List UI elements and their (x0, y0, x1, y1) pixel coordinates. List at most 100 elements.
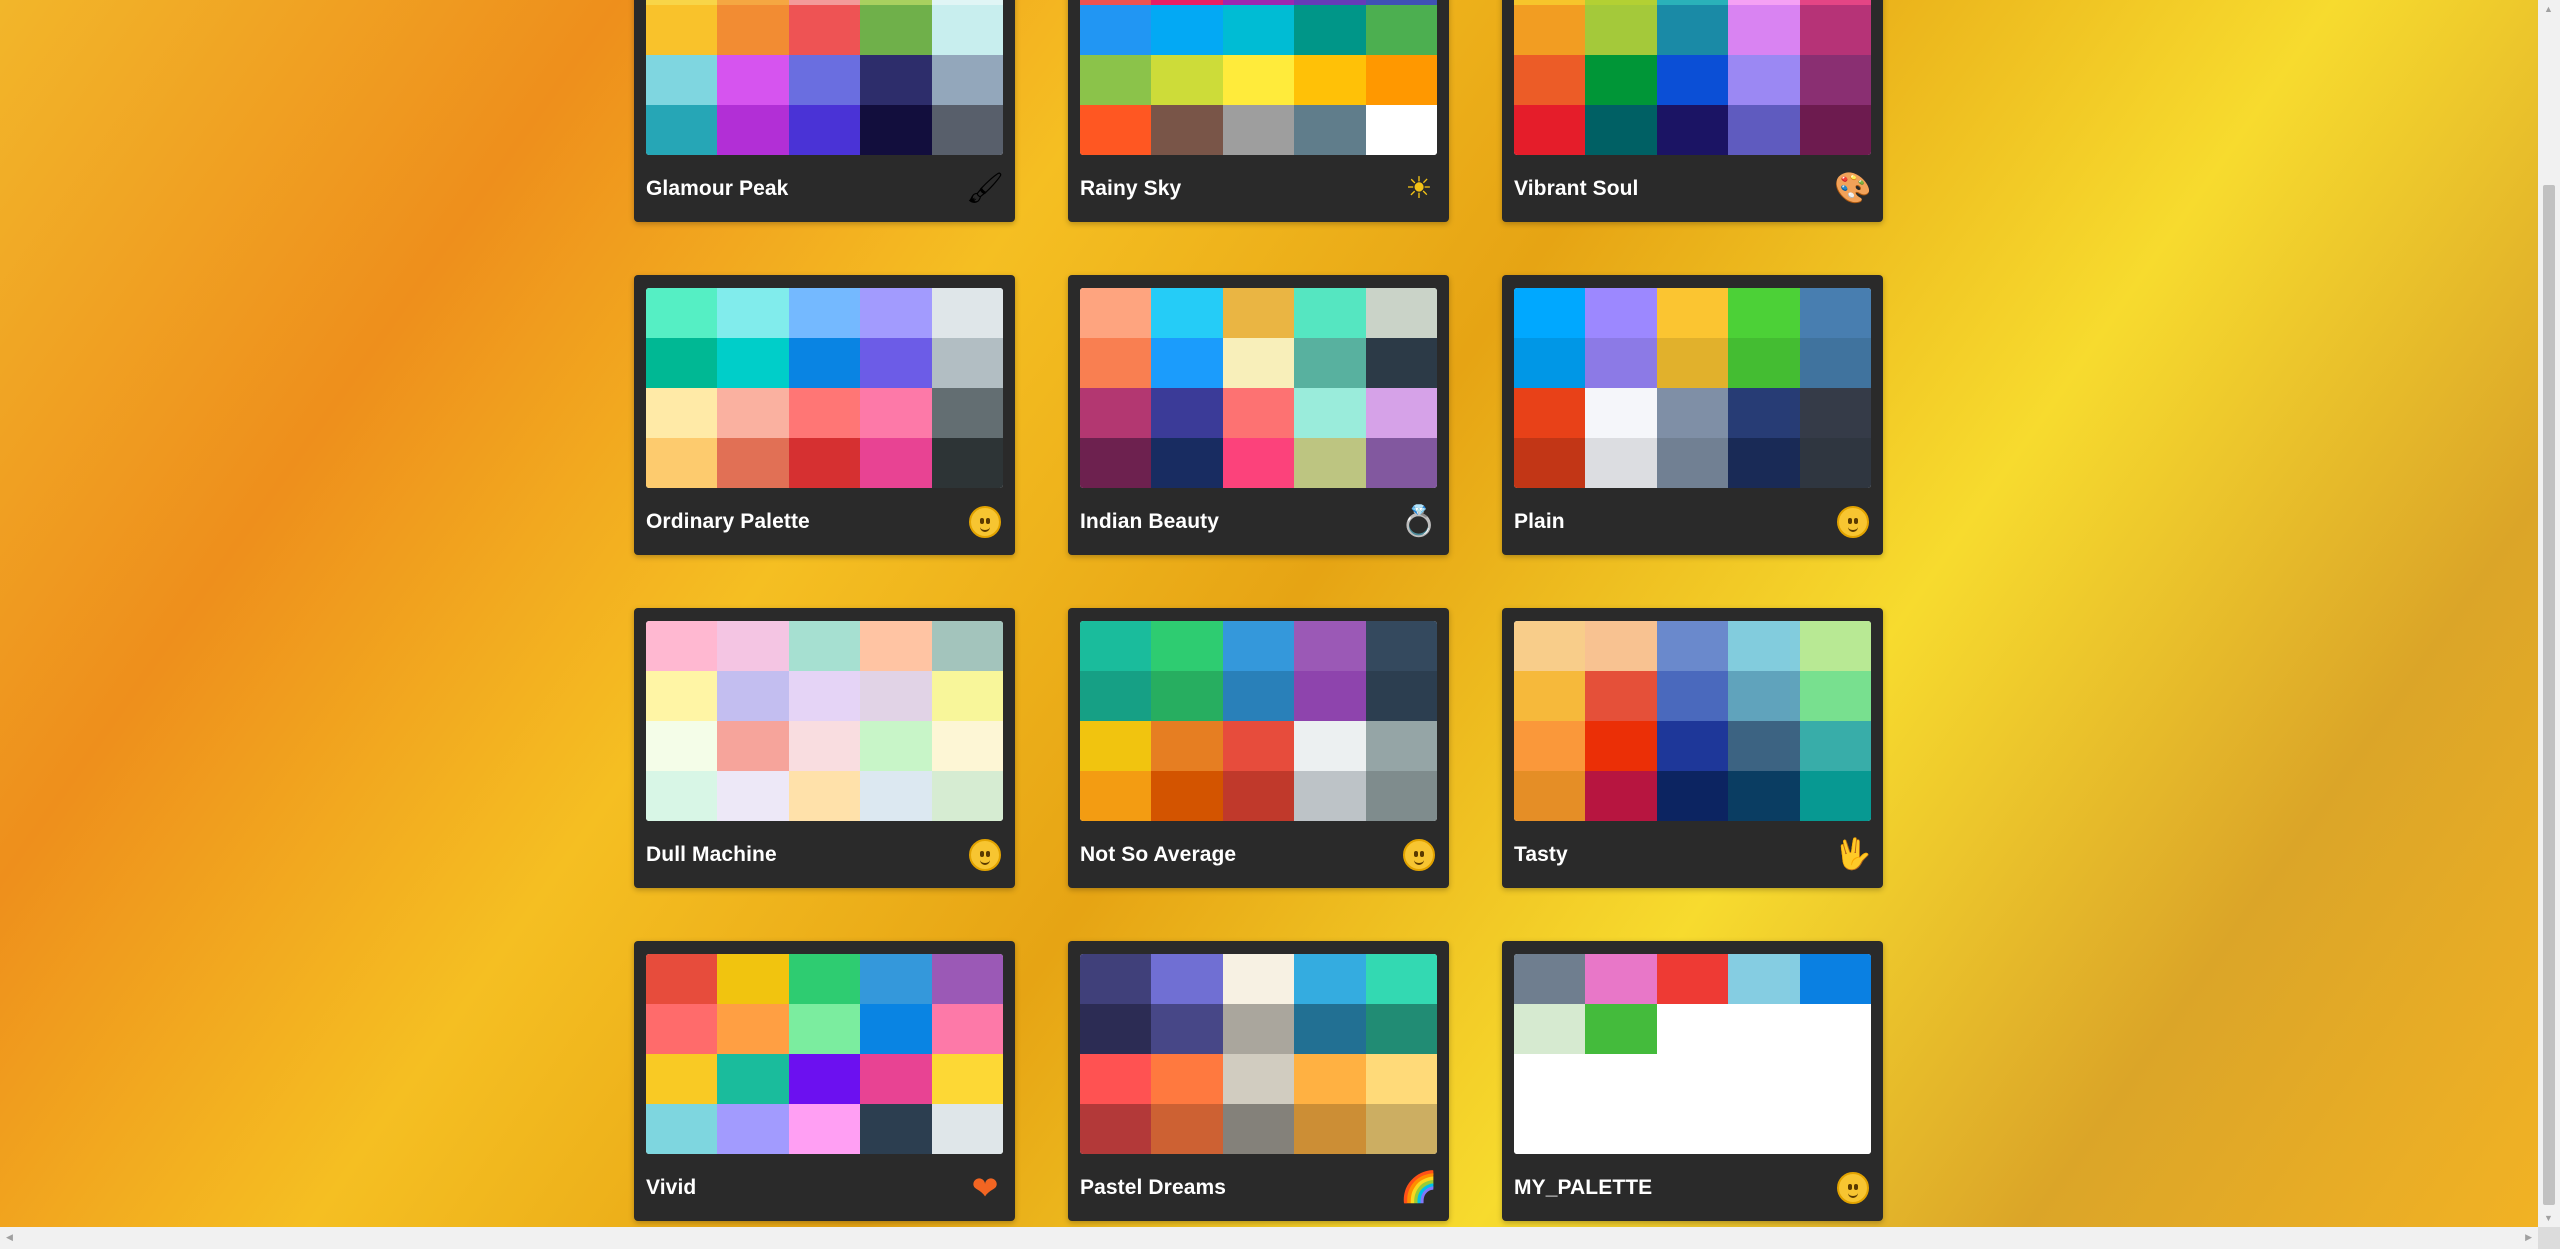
color-swatch[interactable] (1294, 954, 1366, 1004)
color-swatch[interactable] (1514, 1054, 1586, 1104)
color-swatch[interactable] (1799, 671, 1871, 721)
color-swatch[interactable] (646, 338, 718, 388)
color-swatch[interactable] (1799, 771, 1871, 821)
color-swatch[interactable] (717, 105, 789, 155)
color-swatch[interactable] (1514, 954, 1586, 1004)
color-swatch[interactable] (1514, 721, 1586, 771)
color-swatch[interactable] (1799, 1054, 1871, 1104)
color-swatch[interactable] (646, 771, 718, 821)
color-swatch[interactable] (931, 771, 1003, 821)
color-swatch[interactable] (1514, 338, 1586, 388)
color-swatch[interactable] (717, 721, 789, 771)
color-swatch[interactable] (1656, 621, 1729, 671)
color-swatch[interactable] (717, 1004, 789, 1054)
color-swatch[interactable] (1080, 771, 1152, 821)
color-swatch[interactable] (1080, 438, 1152, 488)
color-swatch[interactable] (788, 338, 861, 388)
color-swatch[interactable] (1656, 55, 1729, 105)
color-swatch[interactable] (788, 954, 861, 1004)
palette-card[interactable]: Glamour Peak 🖌 (634, 0, 1015, 222)
color-swatch[interactable] (1151, 288, 1223, 338)
color-swatch[interactable] (1728, 105, 1800, 155)
color-swatch[interactable] (717, 388, 789, 438)
vertical-scroll-thumb[interactable] (2543, 185, 2555, 1205)
color-swatch[interactable] (1514, 105, 1586, 155)
color-swatch[interactable] (931, 288, 1003, 338)
color-swatch[interactable] (931, 1004, 1003, 1054)
color-swatch[interactable] (1222, 5, 1295, 55)
color-swatch[interactable] (1151, 1104, 1223, 1154)
color-swatch[interactable] (860, 1104, 932, 1154)
color-swatch[interactable] (1294, 1004, 1366, 1054)
color-swatch[interactable] (931, 671, 1003, 721)
color-swatch[interactable] (1080, 55, 1152, 105)
color-swatch[interactable] (860, 771, 932, 821)
color-swatch[interactable] (717, 621, 789, 671)
color-swatch[interactable] (1656, 338, 1729, 388)
color-swatch[interactable] (1365, 1004, 1437, 1054)
color-swatch[interactable] (931, 55, 1003, 105)
color-swatch[interactable] (717, 671, 789, 721)
color-swatch[interactable] (717, 954, 789, 1004)
color-swatch[interactable] (788, 1104, 861, 1154)
scroll-down-arrow-icon[interactable]: ▼ (2544, 1213, 2553, 1223)
color-swatch[interactable] (1656, 5, 1729, 55)
color-swatch[interactable] (1080, 671, 1152, 721)
color-swatch[interactable] (1728, 771, 1800, 821)
palette-card[interactable]: Vivid ❤ (634, 941, 1015, 1221)
color-swatch[interactable] (1080, 338, 1152, 388)
color-swatch[interactable] (931, 721, 1003, 771)
color-swatch[interactable] (1799, 721, 1871, 771)
color-swatch[interactable] (1365, 55, 1437, 105)
color-swatch[interactable] (1728, 721, 1800, 771)
color-swatch[interactable] (788, 55, 861, 105)
color-swatch[interactable] (1294, 1104, 1366, 1154)
color-swatch[interactable] (1222, 288, 1295, 338)
color-swatch[interactable] (1294, 5, 1366, 55)
color-swatch[interactable] (1080, 105, 1152, 155)
color-swatch[interactable] (717, 5, 789, 55)
color-swatch[interactable] (717, 438, 789, 488)
palette-card[interactable]: Pastel Dreams 🌈 (1068, 941, 1449, 1221)
horizontal-scrollbar[interactable]: ◀ ▶ (0, 1227, 2538, 1249)
color-swatch[interactable] (1585, 338, 1657, 388)
color-swatch[interactable] (1585, 288, 1657, 338)
color-swatch[interactable] (1222, 621, 1295, 671)
color-swatch[interactable] (931, 954, 1003, 1004)
color-swatch[interactable] (1222, 954, 1295, 1004)
color-swatch[interactable] (1294, 388, 1366, 438)
color-swatch[interactable] (1365, 288, 1437, 338)
color-swatch[interactable] (1514, 55, 1586, 105)
color-swatch[interactable] (788, 288, 861, 338)
color-swatch[interactable] (1151, 1004, 1223, 1054)
color-swatch[interactable] (1728, 671, 1800, 721)
color-swatch[interactable] (1080, 288, 1152, 338)
color-swatch[interactable] (1656, 1104, 1729, 1154)
color-swatch[interactable] (1080, 388, 1152, 438)
color-swatch[interactable] (1728, 55, 1800, 105)
color-swatch[interactable] (1656, 721, 1729, 771)
color-swatch[interactable] (788, 438, 861, 488)
color-swatch[interactable] (860, 288, 932, 338)
color-swatch[interactable] (1222, 105, 1295, 155)
color-swatch[interactable] (1656, 1004, 1729, 1054)
color-swatch[interactable] (1656, 288, 1729, 338)
color-swatch[interactable] (1585, 621, 1657, 671)
color-swatch[interactable] (1799, 288, 1871, 338)
color-swatch[interactable] (1294, 621, 1366, 671)
color-swatch[interactable] (1365, 721, 1437, 771)
color-swatch[interactable] (1799, 438, 1871, 488)
color-swatch[interactable] (646, 1104, 718, 1154)
vertical-scrollbar[interactable]: ▲ ▼ (2538, 0, 2560, 1227)
color-swatch[interactable] (1222, 721, 1295, 771)
color-swatch[interactable] (717, 55, 789, 105)
color-swatch[interactable] (1799, 954, 1871, 1004)
color-swatch[interactable] (1656, 771, 1729, 821)
color-swatch[interactable] (1365, 954, 1437, 1004)
color-swatch[interactable] (1294, 338, 1366, 388)
color-swatch[interactable] (1799, 105, 1871, 155)
color-swatch[interactable] (860, 721, 932, 771)
color-swatch[interactable] (860, 621, 932, 671)
color-swatch[interactable] (1514, 771, 1586, 821)
color-swatch[interactable] (1222, 438, 1295, 488)
